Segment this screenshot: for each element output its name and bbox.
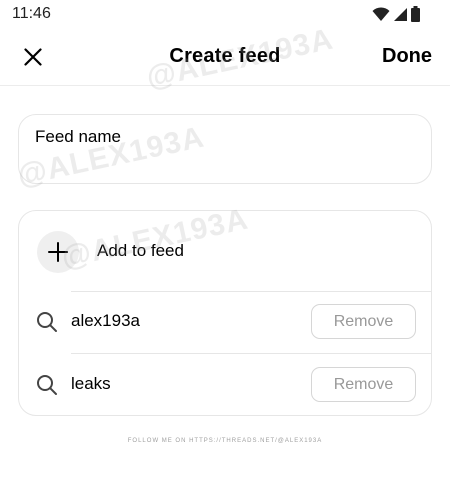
- status-time: 11:46: [12, 5, 51, 22]
- profile-row: leaks Remove: [19, 354, 431, 415]
- battery-icon: [411, 6, 420, 22]
- profile-name: leaks: [71, 374, 111, 393]
- status-bar: 11:46: [0, 0, 450, 28]
- status-icons: [372, 6, 420, 22]
- footer-text: FOLLOW ME ON HTTPS://THREADS.NET/@ALEX19…: [127, 438, 323, 444]
- feed-profiles-card: Add to feed alex193a Remove leaks Remove: [18, 210, 432, 416]
- feed-name-input[interactable]: [35, 127, 395, 147]
- profile-name: alex193a: [71, 311, 141, 330]
- wifi-icon: [372, 6, 390, 21]
- feed-name-field[interactable]: [18, 114, 432, 184]
- add-to-feed-button[interactable]: Add to feed: [19, 211, 431, 291]
- done-button[interactable]: Done: [382, 45, 432, 68]
- remove-button[interactable]: Remove: [311, 367, 416, 402]
- search-icon: [37, 312, 57, 332]
- remove-button[interactable]: Remove: [311, 304, 416, 339]
- profile-row: alex193a Remove: [19, 291, 431, 353]
- app-header: Create feed Done: [0, 30, 450, 86]
- plus-icon: [48, 242, 68, 262]
- add-to-feed-label: Add to feed: [97, 241, 184, 260]
- search-icon: [37, 375, 57, 395]
- plus-icon-circle: [37, 231, 79, 273]
- signal-icon: [394, 7, 407, 21]
